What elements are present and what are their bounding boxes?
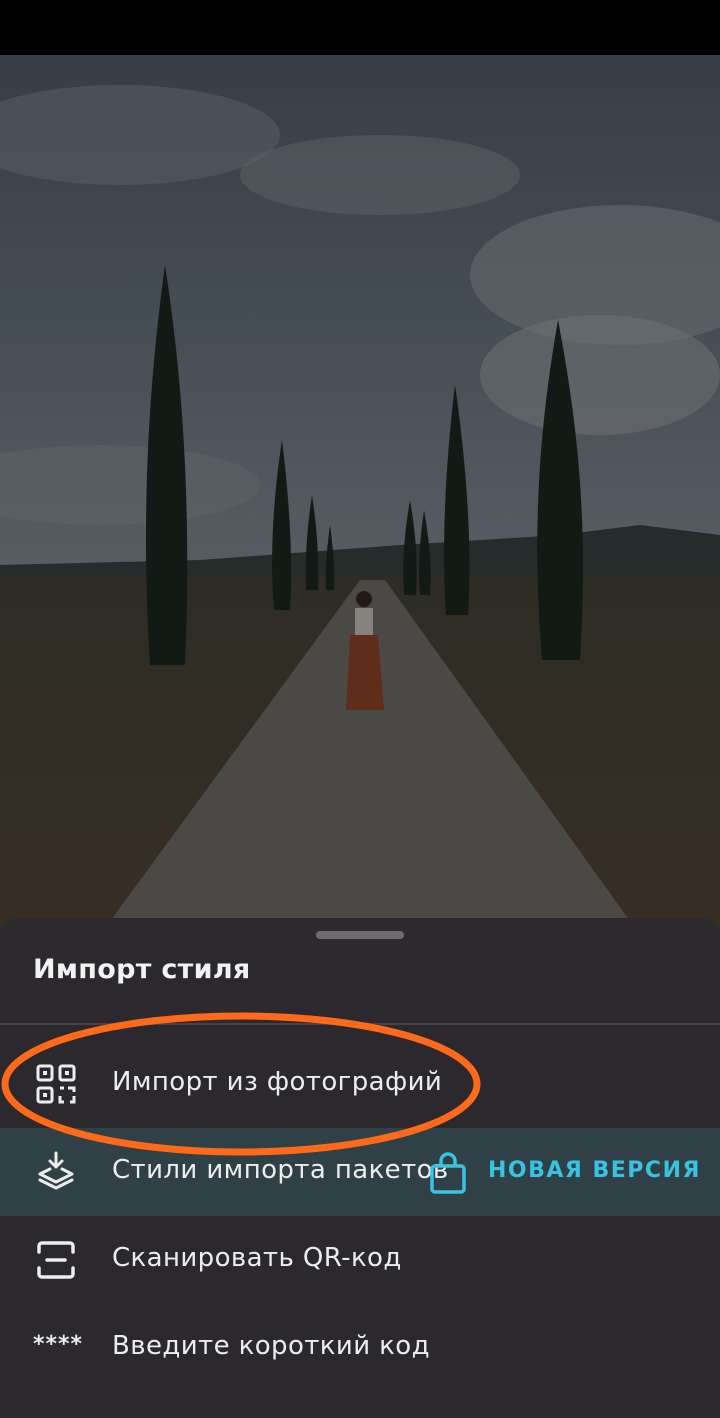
import-style-sheet: Импорт стиля Импорт из фотографий Стили … xyxy=(0,918,720,1418)
qr-gallery-icon xyxy=(33,1062,79,1106)
menu-item-label: Введите короткий код xyxy=(112,1331,430,1361)
shopping-bag-icon xyxy=(428,1152,468,1196)
menu-item-scan-qr[interactable]: Сканировать QR-код xyxy=(0,1216,720,1304)
menu-item-label: Стили импорта пакетов xyxy=(112,1155,449,1185)
menu-item-label: Сканировать QR-код xyxy=(112,1243,402,1273)
menu-item-import-from-photos[interactable]: Импорт из фотографий xyxy=(0,1040,720,1128)
drag-handle[interactable] xyxy=(316,931,404,939)
asterisks-icon: **** xyxy=(33,1332,84,1357)
menu-item-label: Импорт из фотографий xyxy=(112,1067,443,1097)
divider xyxy=(0,1023,720,1025)
background-photo xyxy=(0,55,720,935)
menu-item-import-packs[interactable]: Стили импорта пакетов НОВАЯ ВЕРСИЯ xyxy=(0,1128,720,1216)
dim-overlay xyxy=(0,55,720,935)
sheet-title: Импорт стиля xyxy=(33,954,251,985)
new-version-badge[interactable]: НОВАЯ ВЕРСИЯ xyxy=(488,1158,701,1183)
scan-frame-icon xyxy=(33,1238,79,1282)
status-bar xyxy=(0,0,720,55)
layers-download-icon xyxy=(33,1150,79,1194)
menu-item-short-code[interactable]: **** Введите короткий код xyxy=(0,1304,720,1392)
screen: Импорт стиля Импорт из фотографий Стили … xyxy=(0,0,720,1418)
